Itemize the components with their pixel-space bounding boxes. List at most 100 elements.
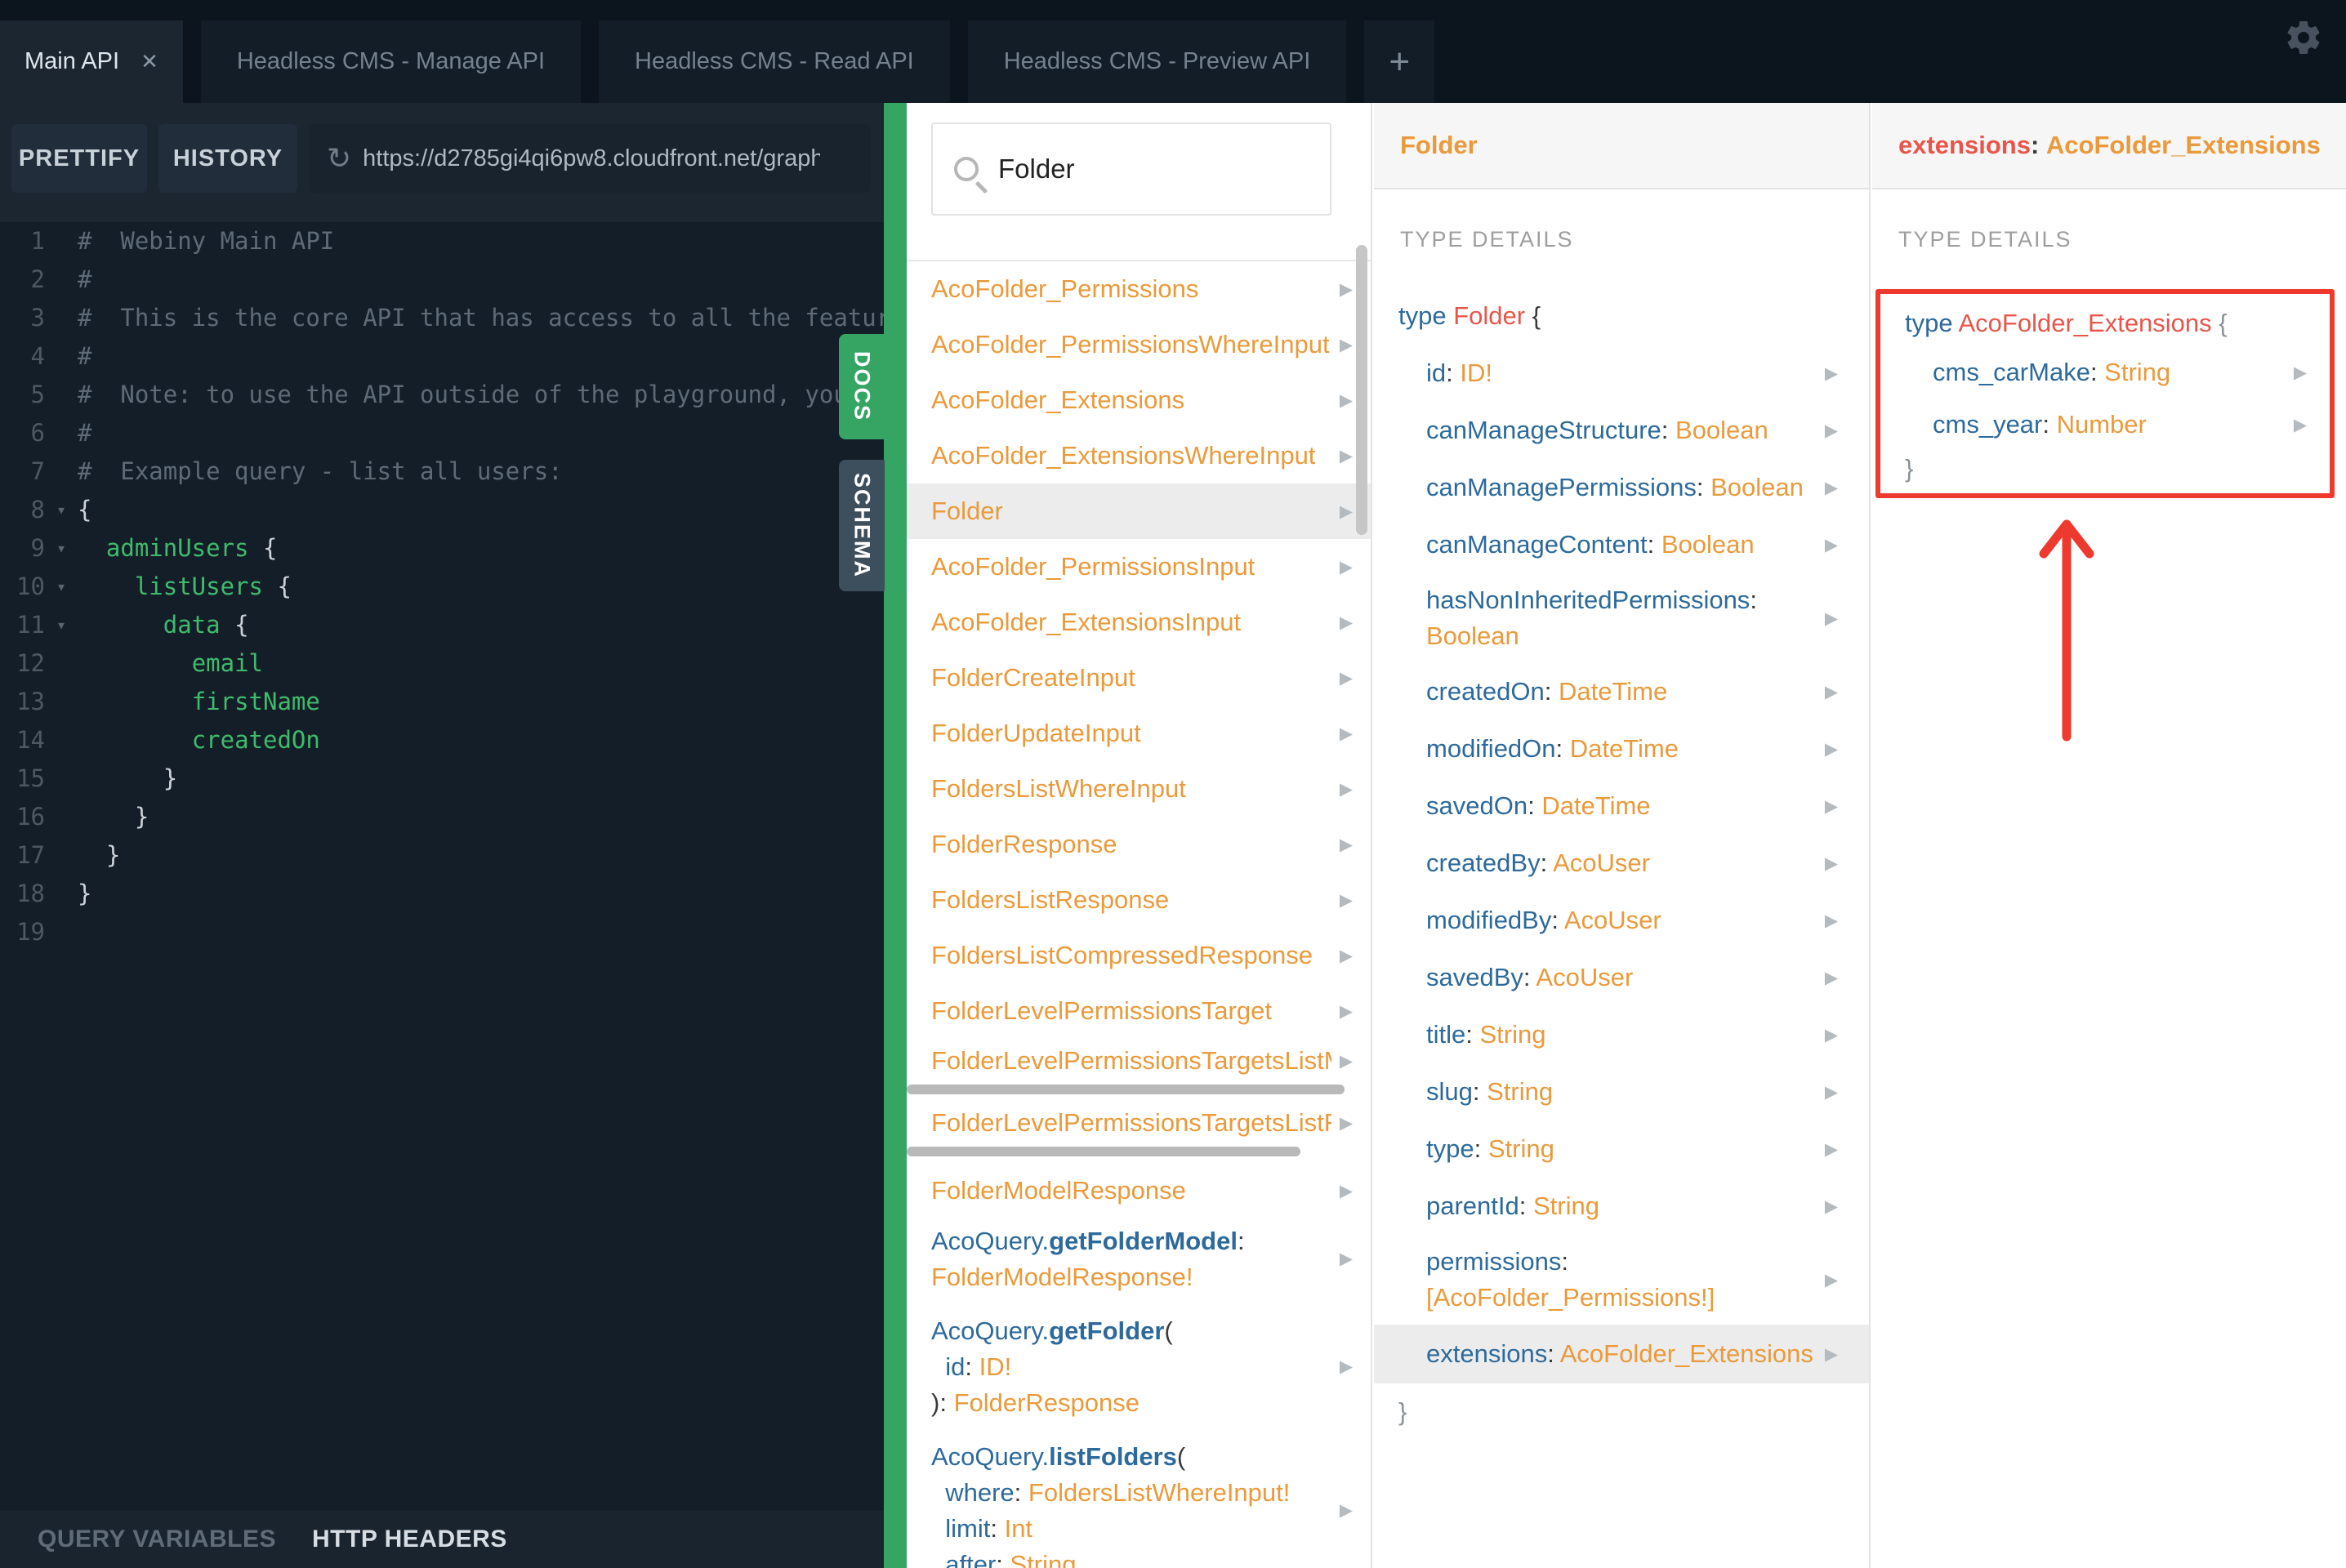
type-field-row[interactable]: permissions: [AcoFolder_Permissions!] ▶ bbox=[1374, 1235, 1869, 1325]
chevron-right-icon: ▶ bbox=[1824, 796, 1838, 816]
editor-line: 7 # Example query - list all users: bbox=[0, 452, 884, 491]
doc-type-item[interactable]: Folder ▶ bbox=[907, 483, 1371, 539]
chevron-right-icon: ▶ bbox=[1339, 1051, 1353, 1071]
doc-type-item[interactable]: FolderCreateInput ▶ bbox=[907, 650, 1371, 706]
type-field-row[interactable]: title: String ▶ bbox=[1374, 1006, 1869, 1063]
type-field-row[interactable]: id: ID! ▶ bbox=[1374, 345, 1869, 402]
doc-type-item[interactable]: AcoFolder_Permissions ▶ bbox=[907, 261, 1371, 317]
docs-panel-divider[interactable] bbox=[884, 103, 907, 1568]
type-field-row[interactable]: canManageStructure: Boolean ▶ bbox=[1374, 402, 1869, 459]
doc-type-item[interactable]: FolderModelResponse ▶ bbox=[907, 1163, 1371, 1218]
type-field-row[interactable]: extensions: AcoFolder_Extensions ▶ bbox=[1374, 1325, 1869, 1383]
type-field-row[interactable]: cms_carMake: String ▶ bbox=[1880, 346, 2330, 399]
type-field-row[interactable]: cms_year: Number ▶ bbox=[1880, 399, 2330, 451]
editor-line: 6 # bbox=[0, 414, 884, 452]
type-field-row[interactable]: canManageContent: Boolean ▶ bbox=[1374, 516, 1869, 573]
fold-gutter bbox=[45, 875, 78, 913]
tab-headless-cms-read-api[interactable]: Headless CMS - Read API bbox=[599, 20, 950, 103]
doc-type-item[interactable]: FolderLevelPermissionsTargetsListMeta ▶ bbox=[907, 1039, 1371, 1083]
doc-type-item[interactable]: AcoFolder_ExtensionsInput ▶ bbox=[907, 595, 1371, 650]
type-field-row[interactable]: savedOn: DateTime ▶ bbox=[1374, 777, 1869, 835]
line-number: 7 bbox=[30, 457, 45, 485]
tab-label: Headless CMS - Read API bbox=[635, 48, 914, 74]
fold-gutter bbox=[45, 376, 78, 414]
docs-side-tab[interactable]: DOCS bbox=[839, 334, 885, 439]
doc-type-label: FolderLevelPermissionsTargetsListRespo bbox=[931, 1108, 1331, 1137]
settings-button[interactable] bbox=[2282, 16, 2325, 59]
chevron-right-icon: ▶ bbox=[1339, 279, 1353, 299]
http-headers-toggle[interactable]: HTTP HEADERS bbox=[312, 1526, 507, 1553]
breadcrumb-extensions-type[interactable]: AcoFolder_Extensions bbox=[2046, 131, 2321, 160]
doc-type-item[interactable]: FolderUpdateInput ▶ bbox=[907, 706, 1371, 761]
doc-type-item[interactable]: FolderLevelPermissionsTarget ▶ bbox=[907, 983, 1371, 1039]
reload-icon[interactable]: ↺ bbox=[327, 141, 351, 176]
query-editor[interactable]: 1 # Webiny Main API 2 #3 # This is the core … bbox=[0, 222, 884, 1511]
prettify-button[interactable]: PRETTIFY bbox=[11, 124, 147, 193]
history-button[interactable]: HISTORY bbox=[158, 124, 297, 193]
editor-line: 16 } bbox=[0, 798, 884, 836]
editor-line: 4 # bbox=[0, 337, 884, 376]
annotation-box: type AcoFolder_Extensions {cms_carMake: … bbox=[1875, 289, 2335, 498]
schema-side-tab[interactable]: SCHEMA bbox=[839, 460, 885, 591]
chevron-right-icon: ▶ bbox=[1339, 668, 1353, 688]
new-tab-button[interactable]: + bbox=[1364, 20, 1435, 103]
doc-type-item[interactable]: FoldersListWhereInput ▶ bbox=[907, 761, 1371, 817]
chevron-right-icon: ▶ bbox=[1824, 911, 1838, 930]
doc-query-item[interactable]: AcoQuery.getFolder( id: ID!): FolderResp… bbox=[907, 1308, 1371, 1426]
chevron-right-icon: ▶ bbox=[1339, 390, 1353, 410]
doc-type-item[interactable]: FolderResponse ▶ bbox=[907, 817, 1371, 872]
type-field-row[interactable]: parentId: String ▶ bbox=[1374, 1178, 1869, 1235]
gear-icon bbox=[2287, 20, 2320, 55]
breadcrumb-folder[interactable]: Folder bbox=[1400, 131, 1478, 160]
query-variables-toggle[interactable]: QUERY VARIABLES bbox=[38, 1526, 276, 1553]
line-number: 4 bbox=[30, 342, 45, 370]
type-field-row[interactable]: type: String ▶ bbox=[1374, 1120, 1869, 1178]
type-field-row[interactable]: canManagePermissions: Boolean ▶ bbox=[1374, 459, 1869, 516]
type-field-row[interactable]: modifiedBy: AcoUser ▶ bbox=[1374, 892, 1869, 949]
fold-arrow-icon[interactable]: ▾ bbox=[45, 606, 78, 644]
tab-headless-cms-manage-api[interactable]: Headless CMS - Manage API bbox=[200, 20, 582, 103]
line-number: 9 bbox=[30, 534, 45, 562]
chevron-right-icon: ▶ bbox=[1824, 853, 1838, 873]
tab-headless-cms-preview-api[interactable]: Headless CMS - Preview API bbox=[967, 20, 1347, 103]
horizontal-scrollbar[interactable] bbox=[907, 1147, 1300, 1156]
chevron-right-icon: ▶ bbox=[2293, 363, 2307, 382]
doc-query-item[interactable]: AcoQuery.listFolders( where: FoldersList… bbox=[907, 1434, 1371, 1568]
doc-type-item[interactable]: FoldersListCompressedResponse ▶ bbox=[907, 928, 1371, 983]
doc-type-item[interactable]: AcoFolder_ExtensionsWhereInput ▶ bbox=[907, 428, 1371, 483]
docs-panel: AcoFolder_Permissions▶AcoFolder_Permissi… bbox=[907, 103, 1372, 1568]
type-field-row[interactable]: modifiedOn: DateTime ▶ bbox=[1374, 720, 1869, 777]
doc-type-label: AcoFolder_ExtensionsInput bbox=[931, 608, 1242, 636]
fold-gutter bbox=[45, 299, 78, 337]
type-field-row[interactable]: slug: String ▶ bbox=[1374, 1063, 1869, 1120]
breadcrumb-extensions-field[interactable]: extensions bbox=[1898, 131, 2031, 160]
type-field-row[interactable]: createdOn: DateTime ▶ bbox=[1374, 663, 1869, 720]
doc-type-item[interactable]: AcoFolder_Extensions ▶ bbox=[907, 372, 1371, 428]
tab-main-api[interactable]: Main API ✕ bbox=[0, 20, 183, 103]
fold-arrow-icon[interactable]: ▾ bbox=[45, 491, 78, 529]
fold-arrow-icon[interactable]: ▾ bbox=[45, 568, 78, 606]
endpoint-url-input[interactable] bbox=[363, 145, 821, 172]
docs-search-input[interactable] bbox=[998, 154, 1309, 185]
endpoint-url-box: ↺ bbox=[309, 124, 871, 193]
editor-line: 13 firstName bbox=[0, 683, 884, 721]
doc-type-item[interactable]: AcoFolder_PermissionsWhereInput ▶ bbox=[907, 317, 1371, 372]
type-field-row[interactable]: hasNonInheritedPermissions: Boolean ▶ bbox=[1374, 573, 1869, 663]
chevron-right-icon: ▶ bbox=[1824, 682, 1838, 702]
bottom-bar: QUERY VARIABLES HTTP HEADERS bbox=[0, 1511, 884, 1568]
fold-gutter bbox=[45, 452, 78, 491]
close-tab-icon[interactable]: ✕ bbox=[140, 49, 158, 74]
doc-type-item[interactable]: AcoFolder_PermissionsInput ▶ bbox=[907, 539, 1371, 595]
doc-query-item[interactable]: AcoQuery.getFolderModel: FolderModelRespo… bbox=[907, 1218, 1371, 1300]
horizontal-scrollbar[interactable] bbox=[907, 1085, 1345, 1094]
tab-label: Headless CMS - Manage API bbox=[236, 48, 546, 74]
fold-arrow-icon[interactable]: ▾ bbox=[45, 529, 78, 568]
line-number: 18 bbox=[16, 880, 45, 907]
editor-line: 17 } bbox=[0, 836, 884, 875]
docs-scrollbar[interactable] bbox=[1356, 245, 1367, 535]
doc-type-item[interactable]: FoldersListResponse ▶ bbox=[907, 872, 1371, 928]
tab-label: Headless CMS - Preview API bbox=[1003, 48, 1311, 74]
doc-type-item[interactable]: FolderLevelPermissionsTargetsListRespo ▶ bbox=[907, 1101, 1371, 1145]
type-field-row[interactable]: savedBy: AcoUser ▶ bbox=[1374, 949, 1869, 1006]
type-field-row[interactable]: createdBy: AcoUser ▶ bbox=[1374, 835, 1869, 892]
